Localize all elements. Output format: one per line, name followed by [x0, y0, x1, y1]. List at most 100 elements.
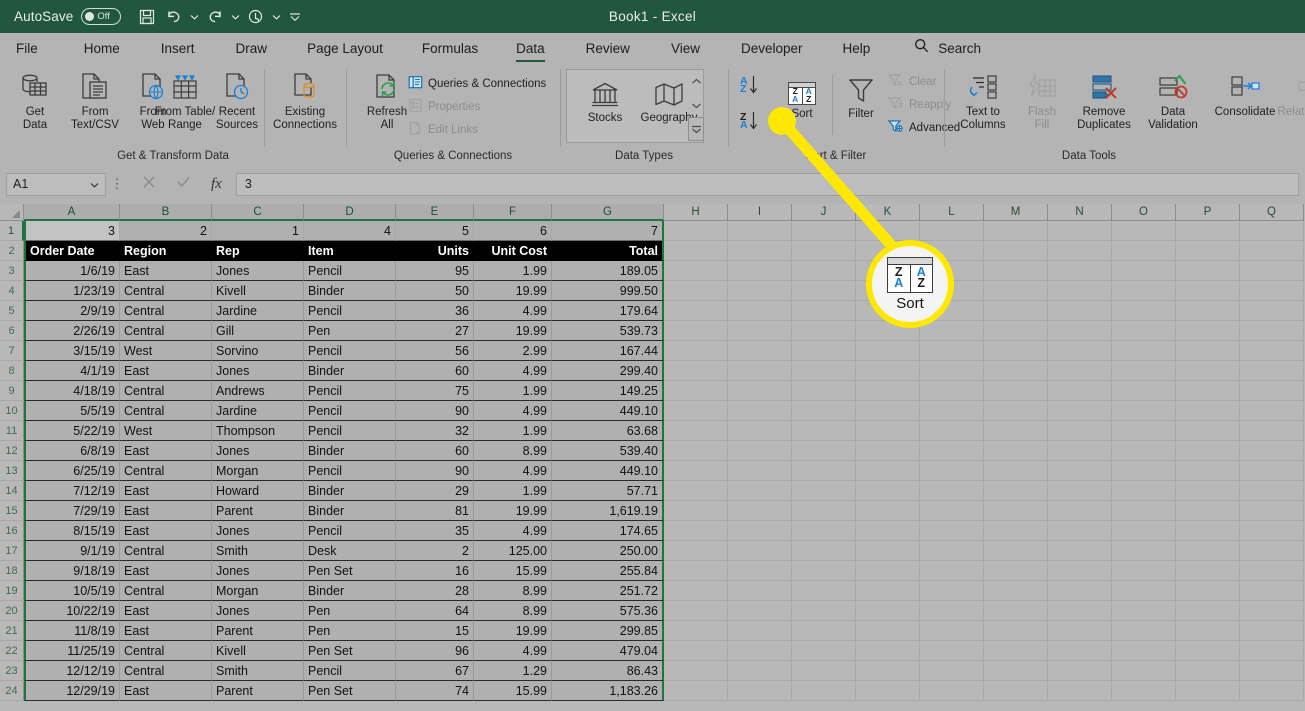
cell-L19[interactable]: [920, 581, 984, 601]
column-header-O[interactable]: O: [1112, 204, 1176, 221]
cell-N18[interactable]: [1048, 561, 1112, 581]
cell-P12[interactable]: [1176, 441, 1240, 461]
cell-H7[interactable]: [664, 341, 728, 361]
cell-O8[interactable]: [1112, 361, 1176, 381]
cell-J19[interactable]: [792, 581, 856, 601]
cell-I14[interactable]: [728, 481, 792, 501]
cell-G19[interactable]: 251.72: [552, 581, 664, 601]
cell-C10[interactable]: Jardine: [212, 401, 304, 421]
undo-dropdown-icon[interactable]: [188, 4, 201, 30]
cell-E10[interactable]: 90: [396, 401, 474, 421]
row-header-15[interactable]: 15: [0, 501, 24, 521]
cell-J11[interactable]: [792, 421, 856, 441]
cell-E17[interactable]: 2: [396, 541, 474, 561]
cell-F23[interactable]: 1.29: [474, 661, 552, 681]
cell-O20[interactable]: [1112, 601, 1176, 621]
get-data-button[interactable]: Get Data: [6, 67, 64, 145]
cell-N1[interactable]: [1048, 221, 1112, 241]
cell-C14[interactable]: Howard: [212, 481, 304, 501]
cell-J21[interactable]: [792, 621, 856, 641]
touch-mode-icon[interactable]: [243, 4, 269, 30]
cell-F3[interactable]: 1.99: [474, 261, 552, 281]
cell-I21[interactable]: [728, 621, 792, 641]
cell-I19[interactable]: [728, 581, 792, 601]
cell-B24[interactable]: East: [120, 681, 212, 701]
search-box[interactable]: Search: [914, 38, 981, 58]
cell-M17[interactable]: [984, 541, 1048, 561]
cell-M24[interactable]: [984, 681, 1048, 701]
column-header-F[interactable]: F: [474, 204, 552, 221]
cell-M7[interactable]: [984, 341, 1048, 361]
cell-K11[interactable]: [856, 421, 920, 441]
cell-N3[interactable]: [1048, 261, 1112, 281]
cell-J4[interactable]: [792, 281, 856, 301]
header-cell-E2[interactable]: Units: [396, 241, 474, 261]
cell-M15[interactable]: [984, 501, 1048, 521]
cell-I3[interactable]: [728, 261, 792, 281]
cell-E19[interactable]: 28: [396, 581, 474, 601]
stocks-button[interactable]: Stocks: [576, 73, 634, 151]
cell-O16[interactable]: [1112, 521, 1176, 541]
cell-E16[interactable]: 35: [396, 521, 474, 541]
touch-mode-dropdown-icon[interactable]: [270, 4, 283, 30]
cell-P2[interactable]: [1176, 241, 1240, 261]
cell-G11[interactable]: 63.68: [552, 421, 664, 441]
cell-I12[interactable]: [728, 441, 792, 461]
column-header-L[interactable]: L: [920, 204, 984, 221]
cell-L15[interactable]: [920, 501, 984, 521]
column-header-C[interactable]: C: [212, 204, 304, 221]
cell-H19[interactable]: [664, 581, 728, 601]
cell-M21[interactable]: [984, 621, 1048, 641]
cell-D7[interactable]: Pencil: [304, 341, 396, 361]
cell-C16[interactable]: Jones: [212, 521, 304, 541]
gallery-scroll-down-icon[interactable]: [688, 93, 704, 117]
cell-H16[interactable]: [664, 521, 728, 541]
cell-D5[interactable]: Pencil: [304, 301, 396, 321]
cell-A23[interactable]: 12/12/19: [24, 661, 120, 681]
cell-G14[interactable]: 57.71: [552, 481, 664, 501]
cell-E13[interactable]: 90: [396, 461, 474, 481]
cell-P9[interactable]: [1176, 381, 1240, 401]
cell-L16[interactable]: [920, 521, 984, 541]
cell-Q12[interactable]: [1240, 441, 1304, 461]
header-cell-G2[interactable]: Total: [552, 241, 664, 261]
row-header-6[interactable]: 6: [0, 321, 24, 341]
cell-N17[interactable]: [1048, 541, 1112, 561]
tab-review[interactable]: Review: [584, 33, 632, 63]
cell-H1[interactable]: [664, 221, 728, 241]
cell-C3[interactable]: Jones: [212, 261, 304, 281]
cell-I11[interactable]: [728, 421, 792, 441]
cell-J13[interactable]: [792, 461, 856, 481]
cell-F5[interactable]: 4.99: [474, 301, 552, 321]
row-header-20[interactable]: 20: [0, 601, 24, 621]
cell-B10[interactable]: Central: [120, 401, 212, 421]
cell-L17[interactable]: [920, 541, 984, 561]
cell-L9[interactable]: [920, 381, 984, 401]
cell-L13[interactable]: [920, 461, 984, 481]
cell-C7[interactable]: Sorvino: [212, 341, 304, 361]
cell-B7[interactable]: West: [120, 341, 212, 361]
cell-C24[interactable]: Parent: [212, 681, 304, 701]
column-header-E[interactable]: E: [396, 204, 474, 221]
cell-A20[interactable]: 10/22/19: [24, 601, 120, 621]
cell-P19[interactable]: [1176, 581, 1240, 601]
redo-dropdown-icon[interactable]: [229, 4, 242, 30]
cell-G23[interactable]: 86.43: [552, 661, 664, 681]
cell-H21[interactable]: [664, 621, 728, 641]
cell-Q8[interactable]: [1240, 361, 1304, 381]
cell-G4[interactable]: 999.50: [552, 281, 664, 301]
cell-K23[interactable]: [856, 661, 920, 681]
cell-G8[interactable]: 299.40: [552, 361, 664, 381]
cell-P15[interactable]: [1176, 501, 1240, 521]
cell-E18[interactable]: 16: [396, 561, 474, 581]
cell-E15[interactable]: 81: [396, 501, 474, 521]
column-header-P[interactable]: P: [1176, 204, 1240, 221]
cell-K17[interactable]: [856, 541, 920, 561]
cell-K1[interactable]: [856, 221, 920, 241]
cell-B12[interactable]: East: [120, 441, 212, 461]
cell-F10[interactable]: 4.99: [474, 401, 552, 421]
cell-P10[interactable]: [1176, 401, 1240, 421]
cell-I16[interactable]: [728, 521, 792, 541]
cell-H23[interactable]: [664, 661, 728, 681]
redo-icon[interactable]: [202, 4, 228, 30]
